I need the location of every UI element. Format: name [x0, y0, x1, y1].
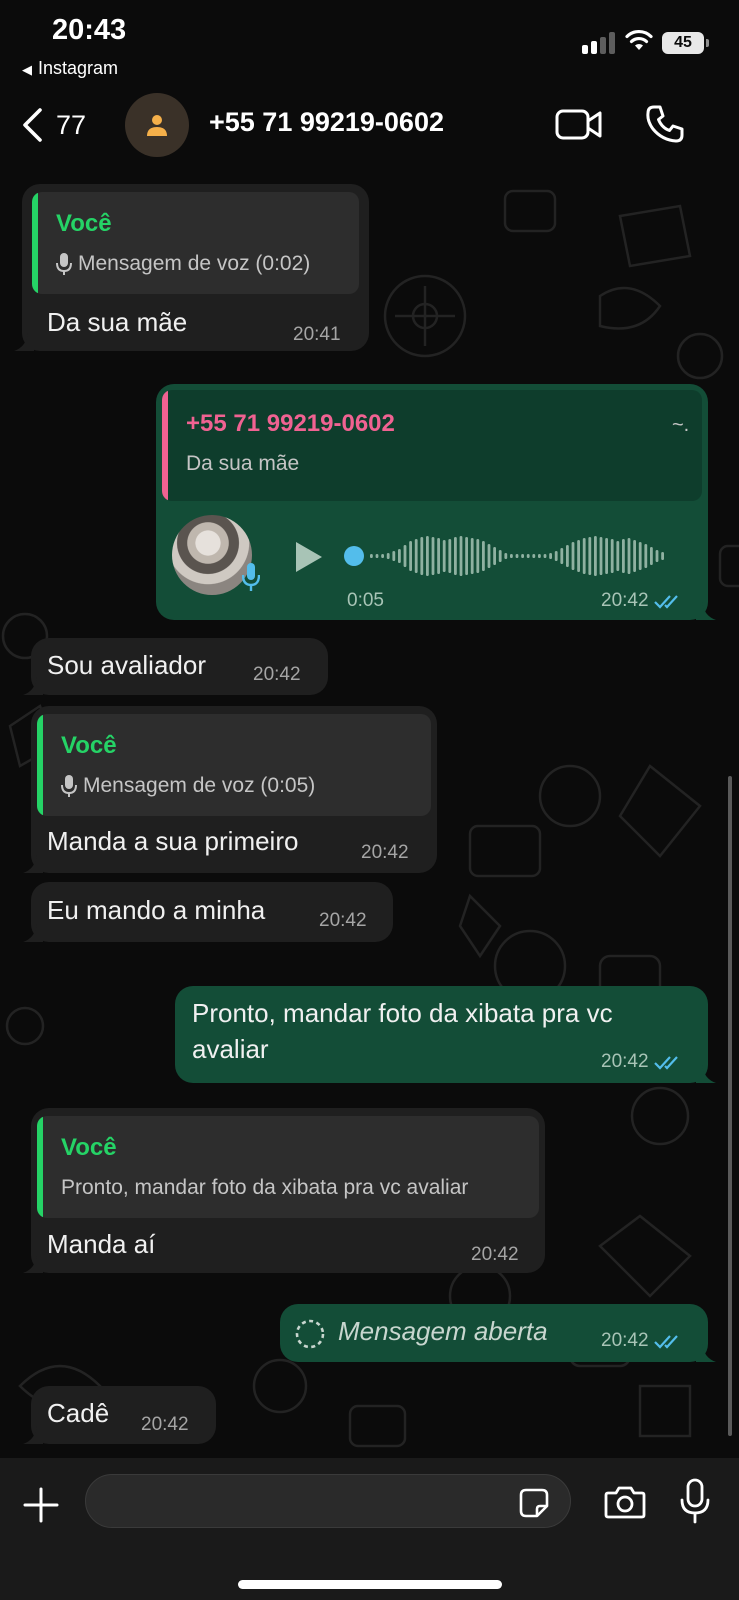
quoted-message[interactable]: Você Pronto, mandar foto da xibata pra v… — [37, 1116, 539, 1218]
mic-icon — [61, 775, 77, 797]
message-time: 20:41 — [293, 324, 341, 345]
mic-icon — [56, 253, 72, 275]
message-text: Sou avaliador — [47, 650, 206, 680]
message-time: 20:42 — [361, 842, 409, 863]
message-text-line-1: Pronto, mandar foto da xibata pra vc — [192, 998, 613, 1028]
bubble-tail — [696, 1065, 716, 1083]
quote-author: Você — [61, 732, 117, 759]
video-camera-icon[interactable] — [555, 108, 603, 142]
play-icon[interactable] — [294, 540, 324, 574]
message-time: 20:42 — [471, 1244, 519, 1265]
camera-icon[interactable] — [604, 1484, 646, 1520]
back-app-label: Instagram — [38, 58, 119, 78]
microphone-icon[interactable] — [680, 1478, 710, 1524]
message-bubble-outgoing[interactable]: +55 71 99219-0602 Da sua mãe ~. 0:05 20:… — [156, 384, 716, 620]
message-time: 20:42 — [601, 1330, 649, 1351]
message-bubble-outgoing[interactable]: Pronto, mandar foto da xibata pra vc ava… — [175, 986, 716, 1083]
quoted-message[interactable]: Você Mensagem de voz (0:02) — [32, 192, 359, 294]
message-input[interactable] — [85, 1474, 571, 1528]
battery-indicator: 45 — [662, 32, 709, 54]
message-text-line-2: avaliar — [192, 1034, 269, 1064]
mic-icon — [242, 563, 260, 591]
quote-extra: ~. — [672, 414, 690, 436]
bubble-tail — [14, 333, 34, 351]
contact-avatar[interactable] — [125, 93, 189, 157]
message-text: Manda a sua primeiro — [47, 826, 299, 856]
bubble-tail — [23, 924, 43, 942]
message-text: Da sua mãe — [47, 307, 188, 337]
message-bubble-incoming[interactable]: Você Mensagem de voz (0:02) Da sua mãe 2… — [14, 184, 369, 351]
back-to-app-link[interactable]: ◀ Instagram — [22, 58, 118, 79]
message-time: 20:42 — [601, 590, 649, 611]
bubble-tail — [23, 855, 43, 873]
sticker-icon[interactable] — [518, 1487, 550, 1519]
bubble-tail — [696, 1344, 716, 1362]
message-text: Mensagem aberta — [338, 1316, 548, 1346]
quote-text: Da sua mãe — [186, 452, 300, 475]
read-ticks-icon — [654, 1335, 678, 1349]
playback-position — [344, 546, 364, 566]
message-time: 20:42 — [601, 1051, 649, 1072]
quote-author: Você — [61, 1134, 117, 1161]
chevron-left-icon — [23, 108, 42, 142]
quote-text: Pronto, mandar foto da xibata pra vc ava… — [61, 1176, 469, 1199]
quote-author: +55 71 99219-0602 — [186, 410, 395, 437]
message-text: Eu mando a minha — [47, 895, 266, 925]
message-time: 20:42 — [253, 664, 301, 685]
bubble-tail — [696, 602, 716, 620]
person-icon — [147, 115, 167, 136]
quoted-message[interactable]: Você Mensagem de voz (0:05) — [37, 714, 431, 816]
chat-header: 77 +55 71 99219-0602 — [0, 90, 739, 166]
message-bubble-outgoing[interactable]: Mensagem aberta 20:42 — [280, 1304, 716, 1362]
quoted-message[interactable]: +55 71 99219-0602 Da sua mãe ~. — [162, 390, 702, 501]
back-triangle-icon: ◀ — [22, 62, 32, 77]
quote-author: Você — [56, 210, 112, 237]
status-time: 20:43 — [52, 14, 127, 46]
voice-waveform[interactable] — [344, 526, 674, 586]
quote-text: Mensagem de voz (0:02) — [56, 252, 310, 276]
scrollbar[interactable] — [728, 776, 732, 1436]
quote-text: Mensagem de voz (0:05) — [61, 774, 315, 798]
contact-name[interactable]: +55 71 99219-0602 — [209, 107, 444, 138]
message-bubble-incoming[interactable]: Você Pronto, mandar foto da xibata pra v… — [23, 1108, 545, 1273]
bubble-tail — [23, 1426, 43, 1444]
bubble-tail — [23, 677, 43, 695]
voice-sender-avatar — [172, 515, 252, 595]
message-bubble-incoming[interactable]: Eu mando a minha 20:42 — [23, 882, 393, 942]
message-bubble-incoming[interactable]: Sou avaliador 20:42 — [23, 638, 328, 695]
message-time: 20:42 — [319, 910, 367, 931]
message-text: Cadê — [47, 1398, 110, 1428]
message-bubble-incoming[interactable]: Você Mensagem de voz (0:05) Manda a sua … — [23, 706, 437, 873]
back-button[interactable]: 77 — [20, 106, 86, 144]
status-bar: 20:43 ◀ Instagram 45 — [0, 0, 739, 90]
chat-messages[interactable]: Você Mensagem de voz (0:02) Da sua mãe 2… — [0, 166, 739, 1458]
home-indicator[interactable] — [238, 1580, 502, 1589]
phone-icon[interactable] — [645, 104, 685, 144]
unread-count: 77 — [56, 109, 87, 140]
read-ticks-icon — [654, 1056, 678, 1070]
plus-icon[interactable] — [22, 1486, 60, 1524]
message-composer — [0, 1458, 739, 1600]
bubble-tail — [23, 1255, 43, 1273]
cellular-signal-icon — [582, 30, 618, 54]
view-once-icon — [295, 1319, 325, 1349]
read-ticks-icon — [654, 595, 678, 609]
voice-duration: 0:05 — [347, 590, 384, 611]
message-text: Manda aí — [47, 1229, 156, 1259]
message-bubble-incoming[interactable]: Cadê 20:42 — [23, 1386, 216, 1444]
wifi-icon — [625, 29, 653, 50]
message-time: 20:42 — [141, 1414, 189, 1435]
